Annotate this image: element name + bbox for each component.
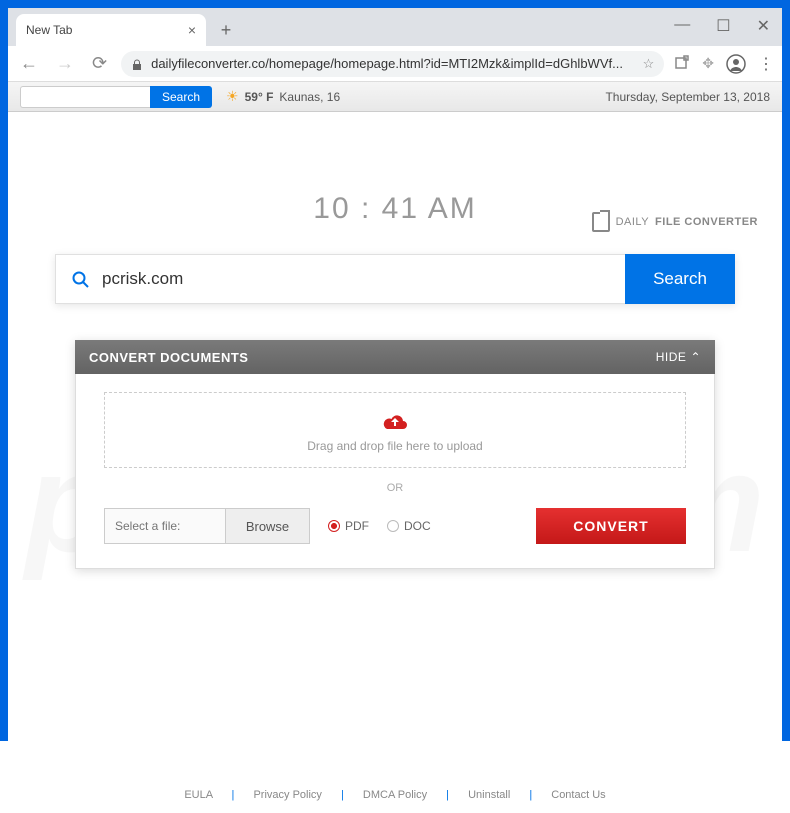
url-text: dailyfileconverter.co/homepage/homepage.…: [151, 56, 635, 71]
tab-bar: New Tab × +: [8, 8, 782, 46]
footer-link-dmca[interactable]: DMCA Policy: [363, 789, 427, 801]
file-select: Browse: [104, 508, 310, 544]
puzzle-icon[interactable]: ✥: [702, 55, 714, 72]
browser-tab[interactable]: New Tab ×: [16, 14, 206, 46]
hide-label: HIDE: [656, 350, 687, 364]
main-search-input[interactable]: [102, 269, 609, 289]
footer-link-uninstall[interactable]: Uninstall: [468, 789, 510, 801]
footer: EULA | Privacy Policy | DMCA Policy | Un…: [8, 789, 782, 801]
new-tab-button[interactable]: +: [212, 16, 240, 44]
tab-close-icon[interactable]: ×: [188, 22, 196, 38]
convert-panel: CONVERT DOCUMENTS HIDE ⌃ Drag and drop f…: [75, 340, 715, 569]
or-divider: OR: [104, 482, 686, 494]
convert-button[interactable]: CONVERT: [536, 508, 686, 544]
clock-display: 10 : 41 AM: [8, 192, 782, 226]
footer-link-eula[interactable]: EULA: [184, 789, 212, 801]
weather-temp: 59° F: [245, 90, 274, 104]
cloud-upload-icon: [105, 407, 685, 435]
footer-separator: |: [341, 789, 344, 801]
close-icon[interactable]: ✕: [753, 12, 774, 40]
search-icon: [72, 269, 90, 290]
footer-link-privacy[interactable]: Privacy Policy: [253, 789, 321, 801]
page-toolbar: Search ☀ 59° F Kaunas, 16 Thursday, Sept…: [8, 82, 782, 112]
back-button[interactable]: ←: [16, 51, 42, 76]
weather-widget[interactable]: ☀ 59° F Kaunas, 16: [226, 88, 340, 105]
maximize-icon[interactable]: ☐: [712, 12, 734, 40]
page-content: pcrisk.com DAILY FILE CONVERTER 10 : 41 …: [8, 192, 782, 813]
main-search: Search: [55, 254, 735, 304]
convert-title: CONVERT DOCUMENTS: [89, 350, 248, 365]
profile-icon[interactable]: [726, 54, 746, 74]
footer-separator: |: [529, 789, 532, 801]
radio-pdf[interactable]: PDF: [328, 519, 369, 533]
toolbar-search-input[interactable]: [20, 86, 150, 108]
main-search-button[interactable]: Search: [625, 254, 735, 304]
address-bar: ← → ⟳ dailyfileconverter.co/homepage/hom…: [8, 46, 782, 82]
weather-location: Kaunas, 16: [279, 90, 340, 104]
sun-icon: ☀: [226, 88, 239, 105]
file-input[interactable]: [105, 509, 225, 543]
chevron-up-icon: ⌃: [690, 350, 701, 364]
convert-header: CONVERT DOCUMENTS HIDE ⌃: [75, 340, 715, 374]
radio-dot-icon: [387, 520, 399, 532]
browse-button[interactable]: Browse: [225, 509, 309, 543]
extension-icon[interactable]: [674, 55, 690, 73]
minimize-icon[interactable]: —: [670, 12, 694, 40]
footer-separator: |: [446, 789, 449, 801]
star-icon[interactable]: ☆: [643, 56, 655, 72]
toolbar-search-button[interactable]: Search: [150, 86, 212, 108]
radio-pdf-label: PDF: [345, 519, 369, 533]
drop-text: Drag and drop file here to upload: [105, 439, 685, 453]
hide-toggle[interactable]: HIDE ⌃: [656, 350, 701, 364]
window-controls: — ☐ ✕: [670, 12, 774, 40]
footer-separator: |: [232, 789, 235, 801]
footer-link-contact[interactable]: Contact Us: [551, 789, 605, 801]
format-radios: PDF DOC: [328, 519, 431, 533]
radio-doc-label: DOC: [404, 519, 431, 533]
radio-doc[interactable]: DOC: [387, 519, 431, 533]
drop-zone[interactable]: Drag and drop file here to upload: [104, 392, 686, 468]
reload-button[interactable]: ⟳: [88, 51, 111, 76]
lock-icon: [131, 56, 143, 71]
radio-dot-icon: [328, 520, 340, 532]
url-field[interactable]: dailyfileconverter.co/homepage/homepage.…: [121, 51, 664, 77]
date-display: Thursday, September 13, 2018: [605, 90, 770, 104]
forward-button[interactable]: →: [52, 51, 78, 76]
tab-title: New Tab: [26, 23, 72, 37]
menu-icon[interactable]: ⋮: [758, 54, 774, 74]
